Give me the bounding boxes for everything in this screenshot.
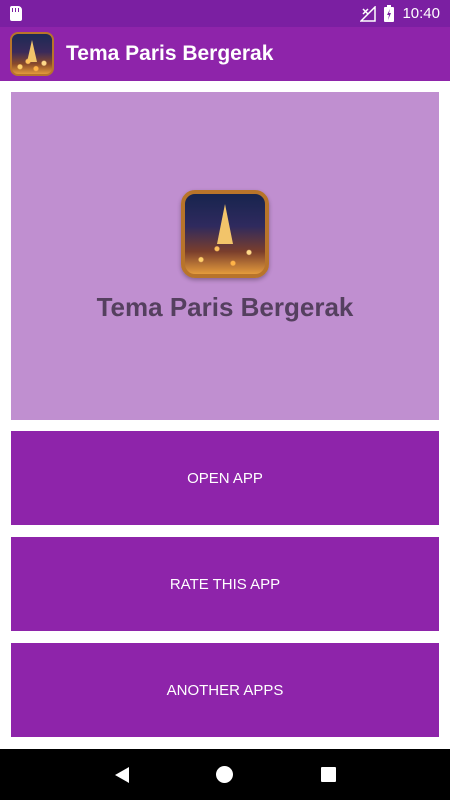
sd-card-icon — [10, 6, 22, 21]
recents-icon — [320, 767, 336, 782]
open-app-button[interactable]: OPEN APP — [11, 431, 439, 525]
app-icon — [10, 32, 54, 76]
another-apps-button[interactable]: ANOTHER APPS — [11, 643, 439, 737]
back-button[interactable] — [107, 760, 137, 790]
rate-app-button[interactable]: RATE THIS APP — [11, 537, 439, 631]
app-icon — [181, 189, 269, 278]
hero-card: Tema Paris Bergerak — [11, 92, 439, 420]
back-icon — [114, 766, 129, 783]
status-time: 10:40 — [402, 5, 440, 22]
signal-icon — [360, 5, 377, 22]
navigation-bar — [0, 749, 450, 800]
recents-button[interactable] — [313, 760, 343, 790]
hero-title: Tema Paris Bergerak — [96, 291, 354, 322]
app-bar: Tema Paris Bergerak — [0, 27, 450, 81]
app-bar-title: Tema Paris Bergerak — [66, 42, 274, 65]
main-content: Tema Paris Bergerak OPEN APP RATE THIS A… — [0, 81, 450, 749]
battery-icon — [384, 5, 395, 22]
status-bar: 10:40 — [0, 0, 450, 27]
home-icon — [216, 766, 234, 783]
home-button[interactable] — [210, 760, 240, 790]
